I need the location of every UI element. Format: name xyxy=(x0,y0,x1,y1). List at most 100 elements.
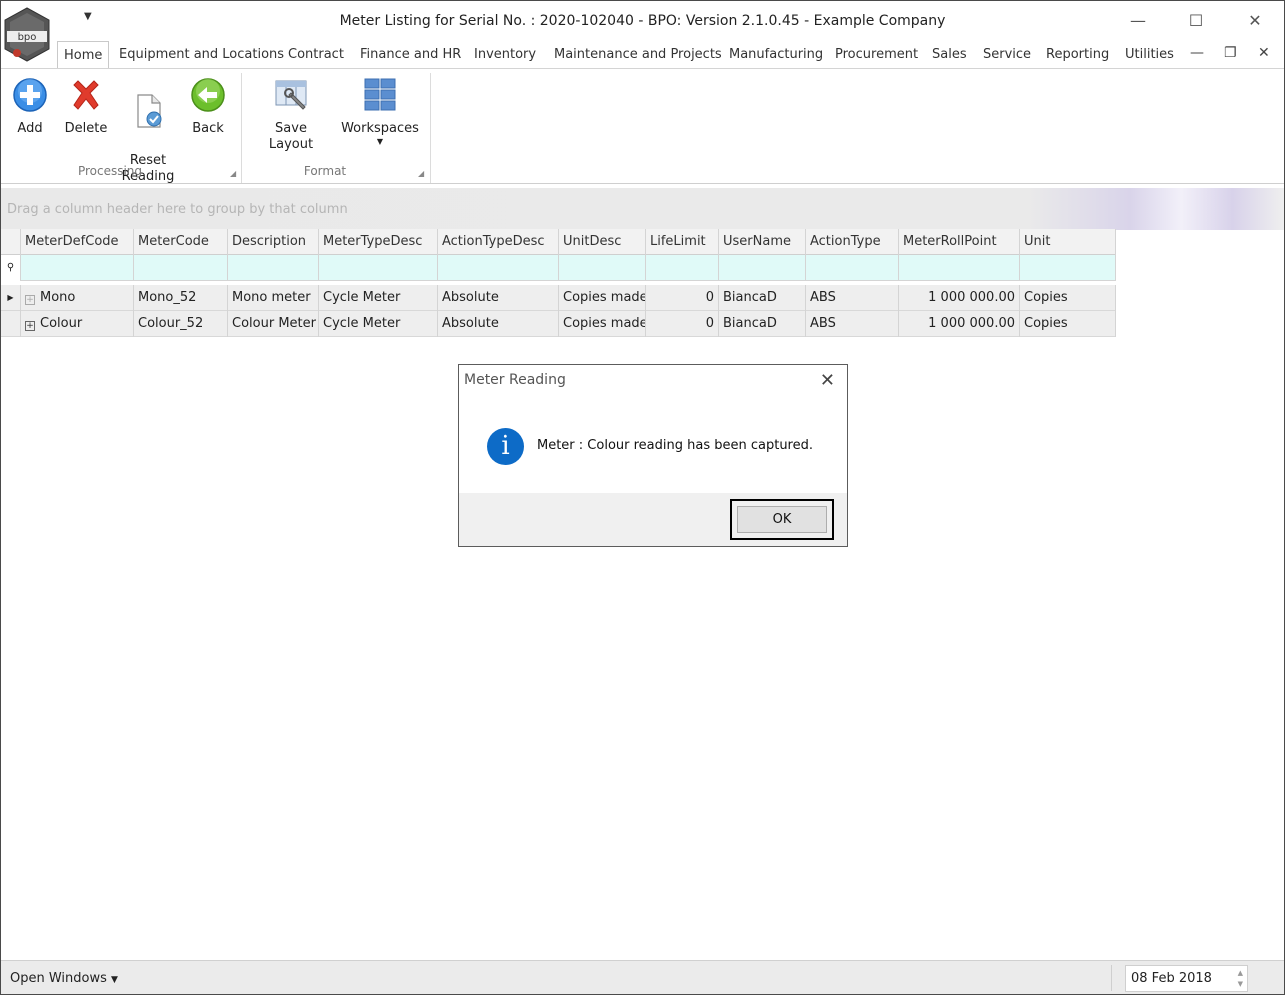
column-header-unit[interactable]: Unit xyxy=(1020,229,1116,255)
tab-procurement[interactable]: Procurement xyxy=(835,47,918,62)
info-icon: i xyxy=(487,428,524,465)
column-header-metertypedesc[interactable]: MeterTypeDesc xyxy=(319,229,438,255)
chevron-down-icon: ▼ xyxy=(111,975,118,985)
ok-button-focus-frame: OK xyxy=(730,499,834,540)
tab-utilities[interactable]: Utilities xyxy=(1125,47,1174,62)
table-cell[interactable]: BiancaD xyxy=(719,311,806,337)
back-button[interactable]: Back xyxy=(189,77,227,137)
save-layout-icon xyxy=(275,80,307,110)
save-layout-label: Save Layout xyxy=(268,121,314,152)
maximize-icon[interactable]: ☐ xyxy=(1181,9,1211,33)
tab-home[interactable]: Home xyxy=(57,41,110,70)
add-label: Add xyxy=(17,121,43,136)
column-header-username[interactable]: UserName xyxy=(719,229,806,255)
filter-cell[interactable] xyxy=(719,255,806,281)
column-header-description[interactable]: Description xyxy=(228,229,319,255)
column-header-actiontypedesc[interactable]: ActionTypeDesc xyxy=(438,229,559,255)
date-spin-icon[interactable]: ▲ ▼ xyxy=(1238,968,1243,990)
filter-cell[interactable] xyxy=(228,255,319,281)
table-cell[interactable]: Absolute xyxy=(438,311,559,337)
table-cell[interactable]: Cycle Meter xyxy=(319,311,438,337)
date-field[interactable]: 08 Feb 2018 ▲ ▼ xyxy=(1125,965,1248,992)
table-row[interactable]: + Colour Colour_52 Colour Meter Cycle Met… xyxy=(1,311,1116,337)
filter-cell[interactable] xyxy=(646,255,719,281)
table-cell[interactable]: Mono_52 xyxy=(134,285,228,311)
tab-service[interactable]: Service xyxy=(983,47,1031,62)
table-cell[interactable]: Copies xyxy=(1020,311,1116,337)
open-windows-button[interactable]: Open Windows ▼ xyxy=(10,971,118,986)
table-cell[interactable]: 0 xyxy=(646,311,719,337)
column-header-meterdefcode[interactable]: MeterDefCode xyxy=(21,229,134,255)
add-icon xyxy=(13,78,47,112)
table-cell[interactable]: ABS xyxy=(806,285,899,311)
mdi-minimize-icon[interactable]: — xyxy=(1190,45,1204,61)
mdi-close-icon[interactable]: ✕ xyxy=(1258,45,1270,61)
delete-button[interactable]: Delete xyxy=(63,77,109,137)
dialog-message: Meter : Colour reading has been captured… xyxy=(537,438,813,453)
tab-reporting[interactable]: Reporting xyxy=(1046,47,1109,62)
table-cell[interactable]: 1 000 000.00 xyxy=(899,311,1020,337)
table-cell[interactable]: 1 000 000.00 xyxy=(899,285,1020,311)
dialog-close-icon[interactable]: ✕ xyxy=(820,370,835,391)
back-icon xyxy=(191,78,225,112)
minimize-icon[interactable]: — xyxy=(1123,9,1153,33)
close-icon[interactable]: ✕ xyxy=(1240,9,1270,33)
tab-inventory[interactable]: Inventory xyxy=(474,47,536,62)
table-cell[interactable]: 0 xyxy=(646,285,719,311)
date-value: 08 Feb 2018 xyxy=(1131,971,1212,986)
add-button[interactable]: Add xyxy=(11,77,49,137)
table-cell[interactable]: ABS xyxy=(806,311,899,337)
filter-cell[interactable] xyxy=(559,255,646,281)
tab-contract[interactable]: Contract xyxy=(288,47,344,62)
workspaces-button[interactable]: Workspaces ▼ xyxy=(341,77,419,147)
tab-manufacturing[interactable]: Manufacturing xyxy=(729,47,823,62)
reset-reading-icon xyxy=(137,94,162,128)
filter-cell[interactable] xyxy=(899,255,1020,281)
row-focus-indicator-icon: ▶ xyxy=(1,285,21,311)
filter-cell[interactable] xyxy=(806,255,899,281)
save-layout-button[interactable]: Save Layout xyxy=(251,77,331,153)
table-cell[interactable]: Copies made xyxy=(559,285,646,311)
table-cell[interactable]: Colour Meter xyxy=(228,311,319,337)
table-cell[interactable]: + Colour xyxy=(21,311,134,337)
table-cell[interactable]: Cycle Meter xyxy=(319,285,438,311)
table-row[interactable]: ▶ + Mono Mono_52 Mono meter Cycle Meter A… xyxy=(1,285,1116,311)
workspaces-dropdown-icon[interactable]: ▼ xyxy=(341,137,419,147)
column-header-meterrollpoint[interactable]: MeterRollPoint xyxy=(899,229,1020,255)
ok-button[interactable]: OK xyxy=(737,506,827,533)
table-cell[interactable]: Mono meter xyxy=(228,285,319,311)
mdi-restore-icon[interactable]: ❐ xyxy=(1224,45,1237,61)
row-indicator-header xyxy=(1,229,21,255)
filter-cell[interactable] xyxy=(319,255,438,281)
tab-equipment-and-locations[interactable]: Equipment and Locations xyxy=(119,47,284,62)
table-cell[interactable]: Absolute xyxy=(438,285,559,311)
window-title: Meter Listing for Serial No. : 2020-1020… xyxy=(339,13,946,29)
format-launcher-icon[interactable]: ◢ xyxy=(418,169,424,178)
column-header-metercode[interactable]: MeterCode xyxy=(134,229,228,255)
expand-row-icon[interactable]: + xyxy=(25,321,35,331)
tab-finance-and-hr[interactable]: Finance and HR xyxy=(360,47,461,62)
group-by-panel[interactable]: Drag a column header here to group by th… xyxy=(1,188,1284,230)
tab-maintenance-and-projects[interactable]: Maintenance and Projects xyxy=(554,47,722,62)
filter-cell[interactable] xyxy=(1020,255,1116,281)
table-cell[interactable]: Copies made xyxy=(559,311,646,337)
ribbon-separator xyxy=(430,73,431,183)
delete-icon xyxy=(73,80,99,110)
column-header-unitdesc[interactable]: UnitDesc xyxy=(559,229,646,255)
tab-sales[interactable]: Sales xyxy=(932,47,967,62)
column-header-lifelimit[interactable]: LifeLimit xyxy=(646,229,719,255)
format-group-label: Format xyxy=(303,164,347,178)
table-cell[interactable]: + Mono xyxy=(21,285,134,311)
filter-cell[interactable] xyxy=(21,255,134,281)
processing-launcher-icon[interactable]: ◢ xyxy=(230,169,236,178)
auto-filter-row[interactable]: ⚲ xyxy=(1,255,1116,281)
status-bar: Open Windows ▼ 08 Feb 2018 ▲ ▼ xyxy=(1,960,1284,994)
expand-row-icon[interactable]: + xyxy=(25,295,35,305)
table-cell[interactable]: BiancaD xyxy=(719,285,806,311)
column-header-actiontype[interactable]: ActionType xyxy=(806,229,899,255)
filter-cell[interactable] xyxy=(134,255,228,281)
table-cell[interactable]: Copies xyxy=(1020,285,1116,311)
filter-cell[interactable] xyxy=(438,255,559,281)
meter-reading-dialog: Meter Reading ✕ i Meter : Colour reading… xyxy=(458,364,848,547)
table-cell[interactable]: Colour_52 xyxy=(134,311,228,337)
